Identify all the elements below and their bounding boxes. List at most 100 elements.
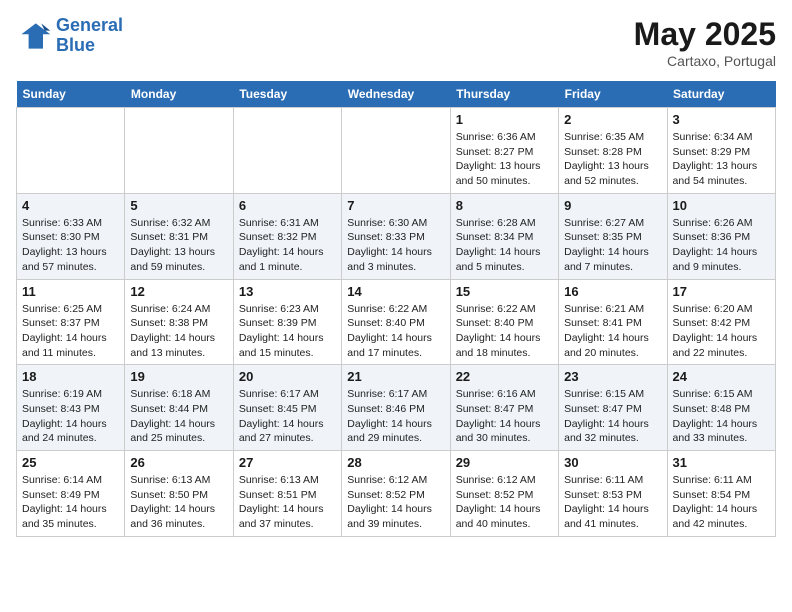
calendar-cell: 23 Sunrise: 6:15 AM Sunset: 8:47 PM Dayli… (559, 365, 667, 451)
day-info: Sunrise: 6:32 AM Sunset: 8:31 PM Dayligh… (130, 216, 227, 275)
day-info: Sunrise: 6:12 AM Sunset: 8:52 PM Dayligh… (347, 473, 444, 532)
day-number: 29 (456, 455, 553, 470)
weekday-label: Sunday (17, 81, 125, 108)
day-number: 1 (456, 112, 553, 127)
day-number: 16 (564, 284, 661, 299)
calendar-week-row: 11Sunrise: 6:25 AM Sunset: 8:37 PM Dayli… (17, 279, 776, 365)
day-number: 20 (239, 369, 336, 384)
calendar-cell: 18 Sunrise: 6:19 AM Sunset: 8:43 PM Dayli… (17, 365, 125, 451)
logo-line1: General (56, 15, 123, 35)
day-info: Sunrise: 6:19 AM Sunset: 8:43 PM Dayligh… (22, 387, 119, 446)
calendar-cell: 31 Sunrise: 6:11 AM Sunset: 8:54 PM Dayli… (667, 451, 775, 537)
day-number: 5 (130, 198, 227, 213)
day-number: 19 (130, 369, 227, 384)
day-info: Sunrise: 6:16 AM Sunset: 8:47 PM Dayligh… (456, 387, 553, 446)
day-info: Sunrise: 6:31 AM Sunset: 8:32 PM Dayligh… (239, 216, 336, 275)
weekday-label: Wednesday (342, 81, 450, 108)
day-number: 17 (673, 284, 770, 299)
day-info: Sunrise: 6:11 AM Sunset: 8:53 PM Dayligh… (564, 473, 661, 532)
calendar-cell: 1Sunrise: 6:36 AM Sunset: 8:27 PM Daylig… (450, 108, 558, 194)
day-info: Sunrise: 6:22 AM Sunset: 8:40 PM Dayligh… (456, 302, 553, 361)
day-number: 4 (22, 198, 119, 213)
calendar-cell: 26 Sunrise: 6:13 AM Sunset: 8:50 PM Dayli… (125, 451, 233, 537)
calendar-header: SundayMondayTuesdayWednesdayThursdayFrid… (17, 81, 776, 108)
calendar-week-row: 18 Sunrise: 6:19 AM Sunset: 8:43 PM Dayli… (17, 365, 776, 451)
day-info: Sunrise: 6:21 AM Sunset: 8:41 PM Dayligh… (564, 302, 661, 361)
day-number: 7 (347, 198, 444, 213)
day-number: 14 (347, 284, 444, 299)
calendar-cell (17, 108, 125, 194)
calendar-cell: 27Sunrise: 6:13 AM Sunset: 8:51 PM Dayli… (233, 451, 341, 537)
day-number: 8 (456, 198, 553, 213)
day-number: 24 (673, 369, 770, 384)
calendar-cell: 14 Sunrise: 6:22 AM Sunset: 8:40 PM Dayli… (342, 279, 450, 365)
day-info: Sunrise: 6:24 AM Sunset: 8:38 PM Dayligh… (130, 302, 227, 361)
day-number: 23 (564, 369, 661, 384)
logo-line2: Blue (56, 35, 95, 55)
calendar-cell: 25Sunrise: 6:14 AM Sunset: 8:49 PM Dayli… (17, 451, 125, 537)
day-number: 21 (347, 369, 444, 384)
day-info: Sunrise: 6:11 AM Sunset: 8:54 PM Dayligh… (673, 473, 770, 532)
calendar-table: SundayMondayTuesdayWednesdayThursdayFrid… (16, 81, 776, 537)
calendar-cell: 2Sunrise: 6:35 AM Sunset: 8:28 PM Daylig… (559, 108, 667, 194)
calendar-cell: 30 Sunrise: 6:11 AM Sunset: 8:53 PM Dayli… (559, 451, 667, 537)
calendar-cell: 7Sunrise: 6:30 AM Sunset: 8:33 PM Daylig… (342, 193, 450, 279)
weekday-header-row: SundayMondayTuesdayWednesdayThursdayFrid… (17, 81, 776, 108)
calendar-cell: 11Sunrise: 6:25 AM Sunset: 8:37 PM Dayli… (17, 279, 125, 365)
day-info: Sunrise: 6:22 AM Sunset: 8:40 PM Dayligh… (347, 302, 444, 361)
day-info: Sunrise: 6:15 AM Sunset: 8:48 PM Dayligh… (673, 387, 770, 446)
calendar-cell: 15Sunrise: 6:22 AM Sunset: 8:40 PM Dayli… (450, 279, 558, 365)
title-block: May 2025 Cartaxo, Portugal (634, 16, 776, 69)
day-info: Sunrise: 6:13 AM Sunset: 8:51 PM Dayligh… (239, 473, 336, 532)
calendar-cell (233, 108, 341, 194)
day-info: Sunrise: 6:17 AM Sunset: 8:46 PM Dayligh… (347, 387, 444, 446)
day-number: 6 (239, 198, 336, 213)
day-number: 18 (22, 369, 119, 384)
day-info: Sunrise: 6:27 AM Sunset: 8:35 PM Dayligh… (564, 216, 661, 275)
weekday-label: Thursday (450, 81, 558, 108)
calendar-week-row: 4 Sunrise: 6:33 AM Sunset: 8:30 PM Daylig… (17, 193, 776, 279)
month-title: May 2025 (634, 16, 776, 53)
calendar-body: 1Sunrise: 6:36 AM Sunset: 8:27 PM Daylig… (17, 108, 776, 537)
day-number: 26 (130, 455, 227, 470)
day-number: 9 (564, 198, 661, 213)
day-number: 2 (564, 112, 661, 127)
calendar-cell: 9 Sunrise: 6:27 AM Sunset: 8:35 PM Daylig… (559, 193, 667, 279)
calendar-cell: 5 Sunrise: 6:32 AM Sunset: 8:31 PM Daylig… (125, 193, 233, 279)
calendar-cell: 19 Sunrise: 6:18 AM Sunset: 8:44 PM Dayli… (125, 365, 233, 451)
day-info: Sunrise: 6:25 AM Sunset: 8:37 PM Dayligh… (22, 302, 119, 361)
day-info: Sunrise: 6:33 AM Sunset: 8:30 PM Dayligh… (22, 216, 119, 275)
calendar-cell: 16 Sunrise: 6:21 AM Sunset: 8:41 PM Dayli… (559, 279, 667, 365)
logo-icon (16, 18, 52, 54)
calendar-cell: 29Sunrise: 6:12 AM Sunset: 8:52 PM Dayli… (450, 451, 558, 537)
day-info: Sunrise: 6:13 AM Sunset: 8:50 PM Dayligh… (130, 473, 227, 532)
calendar-cell (125, 108, 233, 194)
day-number: 22 (456, 369, 553, 384)
calendar-cell: 13 Sunrise: 6:23 AM Sunset: 8:39 PM Dayli… (233, 279, 341, 365)
day-info: Sunrise: 6:23 AM Sunset: 8:39 PM Dayligh… (239, 302, 336, 361)
weekday-label: Saturday (667, 81, 775, 108)
day-info: Sunrise: 6:18 AM Sunset: 8:44 PM Dayligh… (130, 387, 227, 446)
calendar-cell: 24 Sunrise: 6:15 AM Sunset: 8:48 PM Dayli… (667, 365, 775, 451)
weekday-label: Monday (125, 81, 233, 108)
day-number: 25 (22, 455, 119, 470)
calendar-cell: 10Sunrise: 6:26 AM Sunset: 8:36 PM Dayli… (667, 193, 775, 279)
calendar-cell: 20Sunrise: 6:17 AM Sunset: 8:45 PM Dayli… (233, 365, 341, 451)
calendar-cell (342, 108, 450, 194)
day-number: 13 (239, 284, 336, 299)
calendar-cell: 28Sunrise: 6:12 AM Sunset: 8:52 PM Dayli… (342, 451, 450, 537)
day-number: 31 (673, 455, 770, 470)
day-info: Sunrise: 6:26 AM Sunset: 8:36 PM Dayligh… (673, 216, 770, 275)
location: Cartaxo, Portugal (634, 53, 776, 69)
weekday-label: Tuesday (233, 81, 341, 108)
calendar-week-row: 25Sunrise: 6:14 AM Sunset: 8:49 PM Dayli… (17, 451, 776, 537)
day-number: 12 (130, 284, 227, 299)
logo: General Blue (16, 16, 123, 56)
day-number: 30 (564, 455, 661, 470)
calendar-cell: 8 Sunrise: 6:28 AM Sunset: 8:34 PM Daylig… (450, 193, 558, 279)
day-number: 3 (673, 112, 770, 127)
day-info: Sunrise: 6:15 AM Sunset: 8:47 PM Dayligh… (564, 387, 661, 446)
calendar-cell: 21 Sunrise: 6:17 AM Sunset: 8:46 PM Dayli… (342, 365, 450, 451)
day-info: Sunrise: 6:28 AM Sunset: 8:34 PM Dayligh… (456, 216, 553, 275)
day-info: Sunrise: 6:20 AM Sunset: 8:42 PM Dayligh… (673, 302, 770, 361)
